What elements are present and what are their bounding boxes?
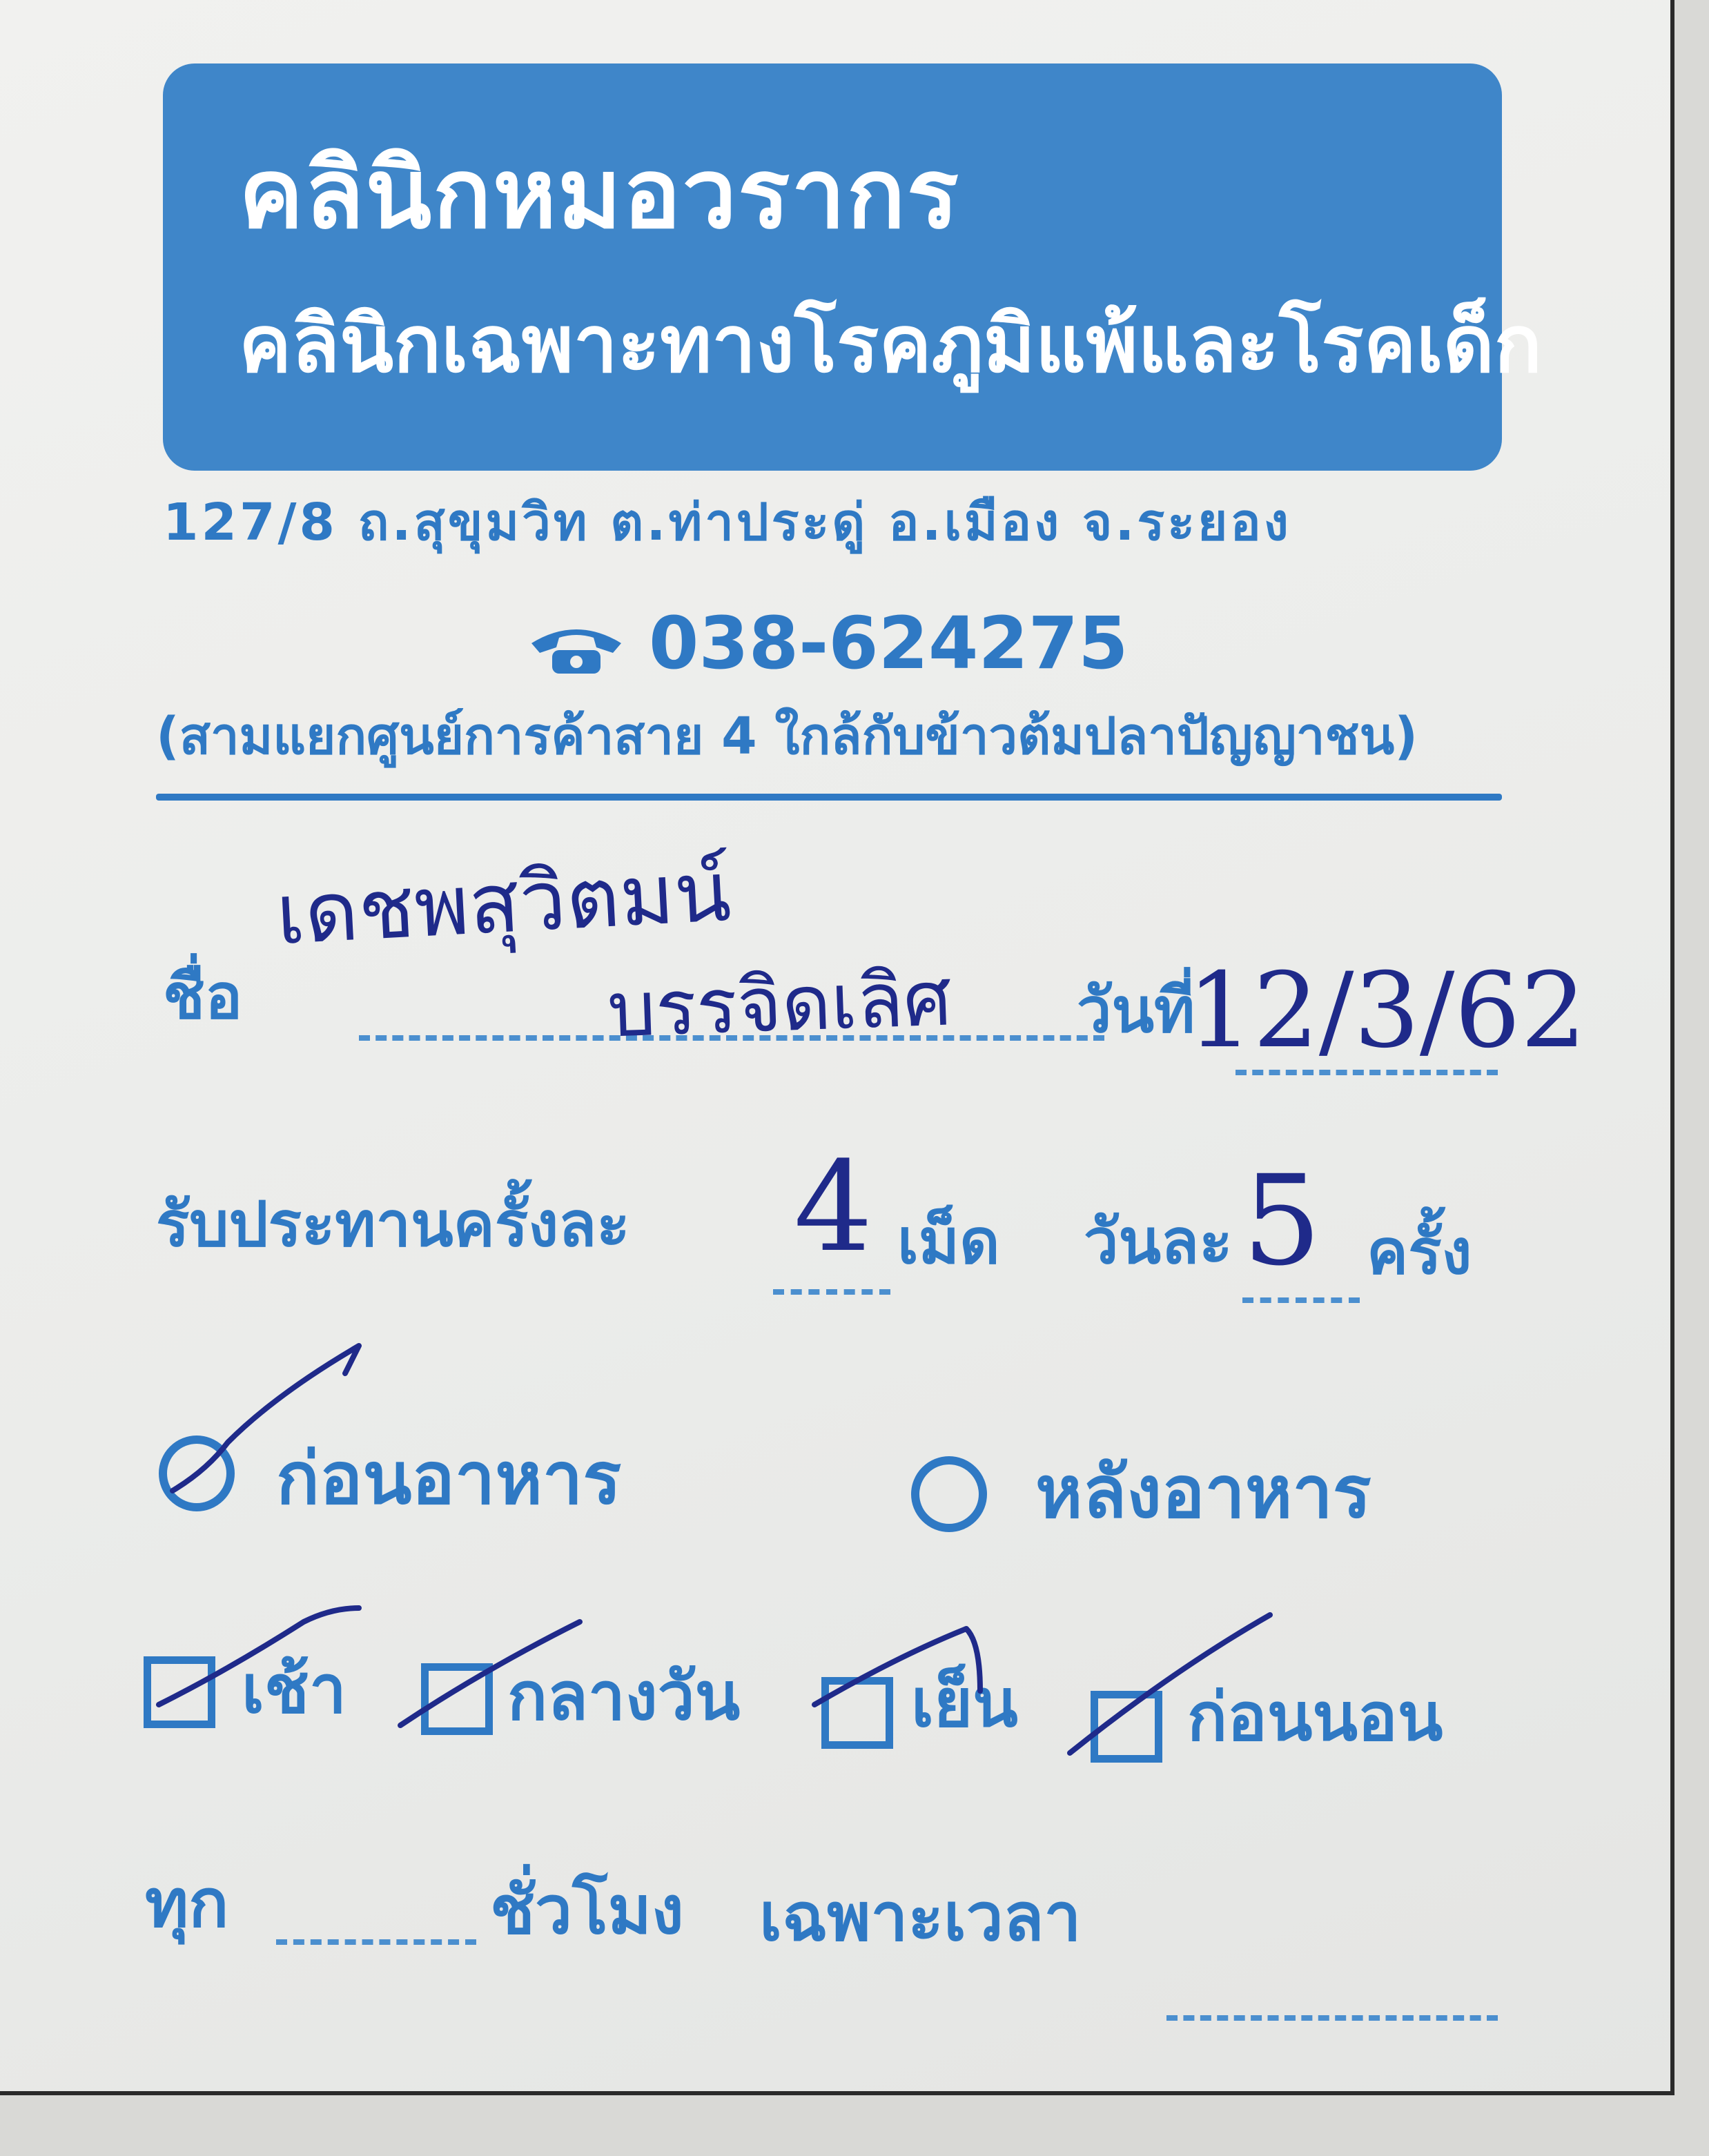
after-meal-radio[interactable]	[911, 1456, 987, 1532]
evening-checkbox[interactable]	[821, 1677, 893, 1749]
patient-name-line2: บรรจิดเลิศ	[605, 954, 953, 1055]
after-meal-label: หลังอาหาร	[1035, 1450, 1371, 1534]
noon-label: กลางวัน	[507, 1658, 741, 1735]
frequency-field-line	[1242, 1297, 1360, 1303]
morning-checkbox[interactable]	[144, 1656, 215, 1728]
noon-checkbox[interactable]	[421, 1663, 493, 1735]
dose-unit: เม็ด	[897, 1206, 1000, 1278]
prescription-label: คลินิกหมอวรากร คลินิกเฉพาะทางโรคภูมิแพ้แ…	[0, 0, 1674, 2095]
phone-icon	[531, 629, 621, 674]
every-label: ทุก	[145, 1865, 229, 1942]
name-label: ชื่อ	[163, 961, 243, 1033]
dose-label: รับประทานครั้งละ	[156, 1188, 630, 1261]
frequency-value: 5	[1242, 1149, 1322, 1293]
date-label: วันที่	[1077, 974, 1195, 1047]
date-value: 12/3/62	[1187, 951, 1587, 1071]
morning-label: เช้า	[242, 1651, 346, 1728]
evening-label: เย็น	[911, 1665, 1018, 1742]
dose-field-line	[773, 1289, 890, 1295]
bedtime-label: ก่อนนอน	[1187, 1678, 1443, 1756]
divider-line	[156, 794, 1502, 801]
clinic-directions: (สามแยกศูนย์การค้าสาย 4 ใกล้กับข้าวต้มปล…	[156, 707, 1418, 766]
dose-value: 4	[794, 1135, 873, 1280]
before-meal-radio[interactable]	[159, 1435, 235, 1511]
clinic-address: 127/8 ถ.สุขุมวิท ต.ท่าประดู่ อ.เมือง จ.ร…	[163, 493, 1291, 552]
frequency-label: วันละ	[1084, 1206, 1233, 1278]
patient-name-line1: เดชพสุวิตมน์	[273, 843, 734, 964]
clinic-name: คลินิกหมอวรากร	[239, 138, 960, 251]
before-meal-label: ก่อนอาหาร	[276, 1436, 622, 1520]
clinic-phone: 038-624275	[649, 601, 1129, 685]
hours-label: ชั่วโมง	[490, 1872, 684, 1949]
frequency-unit: ครั้ง	[1367, 1216, 1472, 1288]
clinic-specialty: คลินิกเฉพาะทางโรคภูมิแพ้และโรคเด็ก	[239, 298, 1542, 390]
clinic-phone-row: 038-624275	[525, 607, 1128, 679]
bedtime-checkbox[interactable]	[1091, 1691, 1162, 1763]
specific-time-field-line	[1166, 2015, 1498, 2021]
hours-field-line	[276, 1939, 476, 1945]
specific-time-label: เฉพาะเวลา	[759, 1879, 1082, 1956]
clinic-banner: คลินิกหมอวรากร คลินิกเฉพาะทางโรคภูมิแพ้แ…	[163, 63, 1542, 471]
